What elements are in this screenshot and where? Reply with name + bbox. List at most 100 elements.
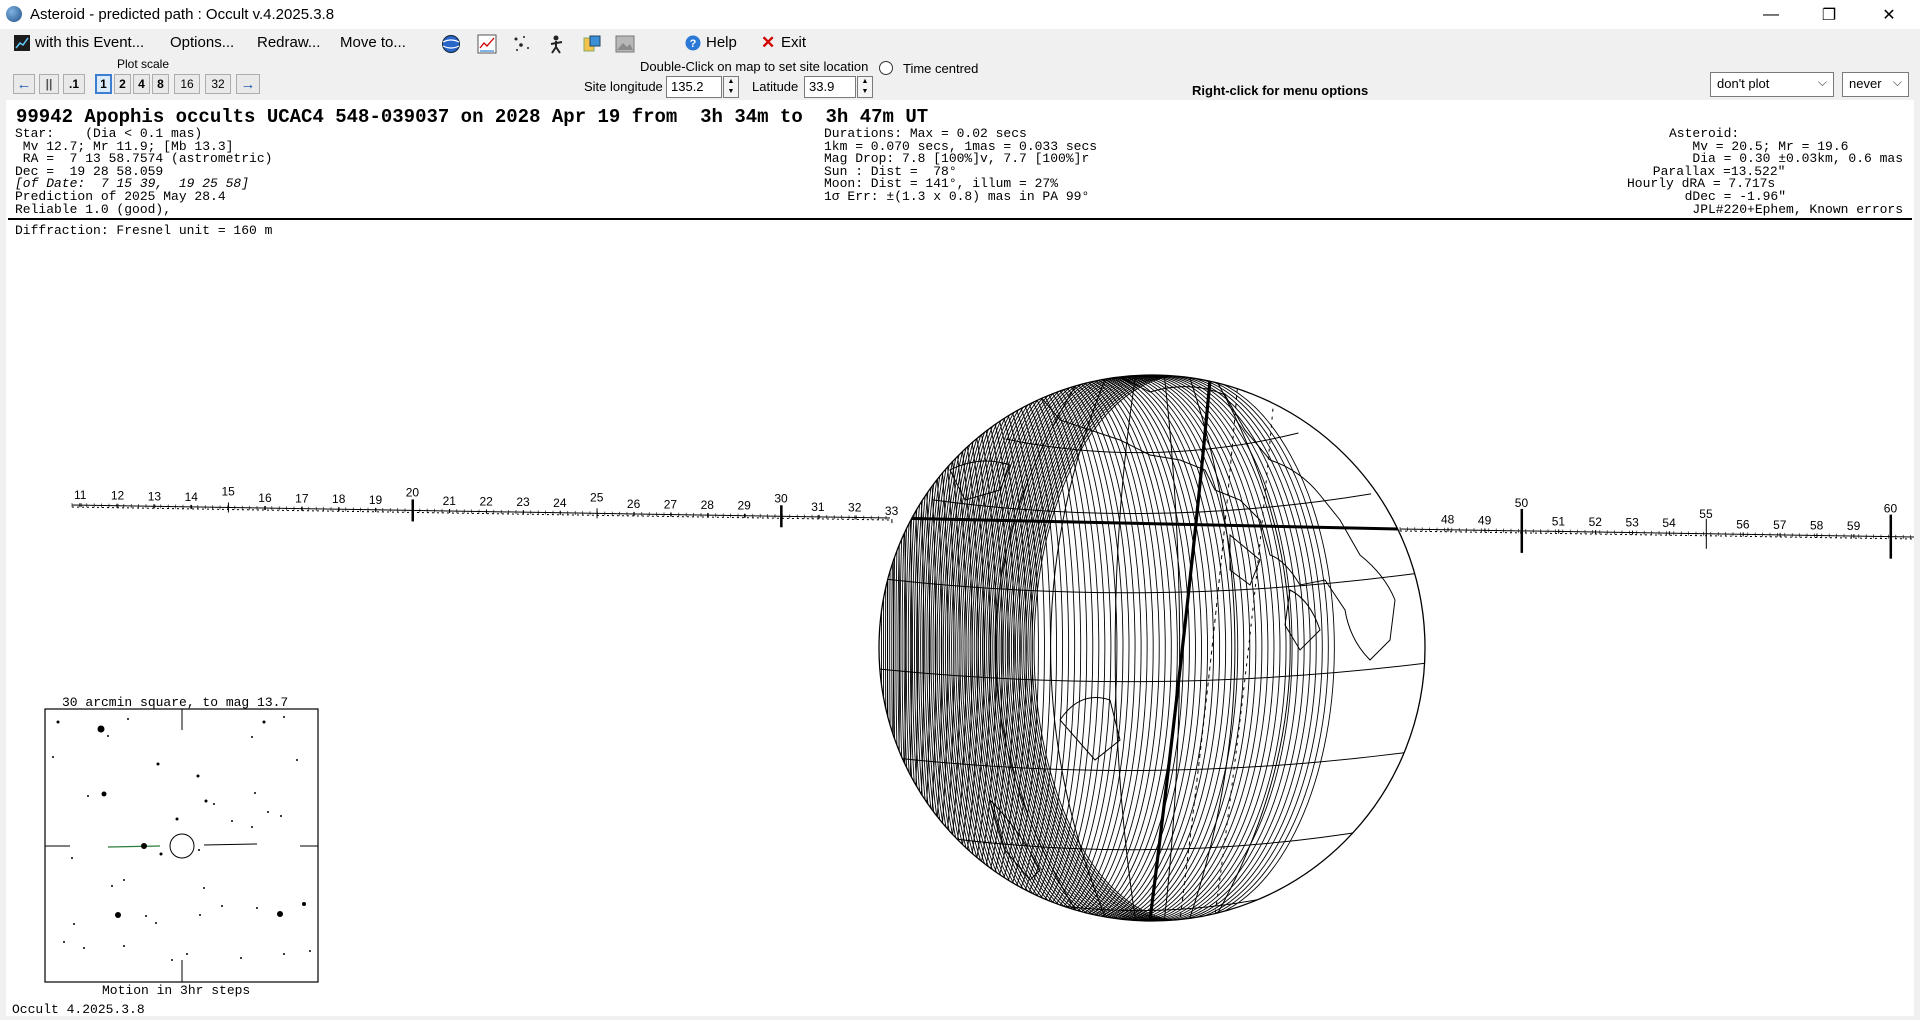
star-dot (127, 718, 129, 720)
star-dot (254, 792, 256, 794)
event-headline: 99942 Apophis occults UCAC4 548-039037 o… (16, 106, 929, 128)
starchart-caption: Motion in 3hr steps (102, 983, 251, 998)
exit-icon[interactable]: ✕ (761, 33, 775, 53)
chevron-down-icon: ⌵ (1817, 75, 1827, 89)
star-dot (203, 887, 205, 889)
close-button[interactable]: ✕ (1858, 0, 1920, 29)
scale-button-16[interactable]: 16 (174, 74, 200, 94)
duration-info-line: 1σ Err: ±(1.3 x 0.8) mas in PA 99° (824, 188, 1090, 204)
menu-redraw[interactable]: Redraw... (257, 34, 320, 51)
star-dot (107, 735, 109, 737)
star-dot (213, 803, 215, 805)
star-dot (175, 817, 179, 821)
plot-scale-label: Plot scale (117, 57, 170, 71)
menu-help[interactable]: Help (706, 34, 737, 51)
occult-app-icon (6, 6, 22, 22)
svg-text:?: ? (690, 38, 697, 50)
star-dot (171, 959, 173, 961)
star-dot (267, 811, 269, 813)
star-dot (251, 826, 253, 828)
scroll-right-button[interactable]: → (236, 74, 260, 94)
never-value: never (1849, 76, 1882, 91)
star-dot (221, 905, 223, 907)
star-dot (145, 915, 147, 917)
time-centred-label: Time centred (903, 61, 979, 76)
star-dot (280, 815, 282, 817)
site-longitude-input[interactable]: 135.2 (666, 76, 722, 98)
star-dot (231, 820, 233, 822)
star-dot (283, 953, 285, 955)
site-longitude-label: Site longitude (584, 79, 663, 94)
menu-bar: with this Event... Options... Redraw... … (0, 29, 1920, 56)
arrow-left-icon: ← (16, 75, 32, 93)
latitude-input[interactable]: 33.9 (804, 76, 856, 98)
scale-button-1[interactable]: 1 (95, 74, 112, 94)
star-dot (196, 774, 200, 778)
star-dot (156, 762, 160, 766)
star-dot (87, 795, 89, 797)
star-dot (52, 756, 54, 758)
star-dot (199, 914, 201, 916)
star-dot (296, 759, 298, 761)
star-dot (123, 945, 125, 947)
menu-with-this-event[interactable]: with this Event... (35, 34, 144, 51)
star-dot (111, 885, 113, 887)
menu-exit[interactable]: Exit (781, 34, 806, 51)
star-dot (141, 843, 147, 849)
duration-info-block: Durations: Max = 0.02 secs 1km = 0.070 s… (824, 127, 1097, 204)
plot-option-dropdown[interactable]: don't plot ⌵ (1710, 72, 1834, 97)
star-dot (283, 716, 285, 718)
scale-button-2[interactable]: 2 (114, 74, 131, 94)
diffraction-note: Diffraction: Fresnel unit = 160 m (15, 223, 273, 238)
star-dot (63, 941, 65, 943)
star-dot (198, 849, 200, 851)
star-chart[interactable] (44, 708, 320, 984)
pause-icon: || (45, 77, 53, 91)
pause-button[interactable]: || (39, 74, 59, 94)
version-status: Occult 4.2025.3.8 (12, 1002, 145, 1017)
star-dot (240, 957, 242, 959)
star-dot (155, 922, 157, 924)
scale-button-4[interactable]: 4 (133, 74, 150, 94)
help-icon[interactable]: ? (685, 35, 701, 56)
star-info-line: Reliable 1.0 (good), (15, 201, 172, 217)
star-dot (262, 720, 266, 724)
star-dot (302, 902, 306, 906)
maximize-button[interactable]: ❐ (1800, 0, 1858, 29)
event-chart-icon (14, 35, 30, 51)
asteroid-info-block: Asteroid: Mv = 20.5; Mr = 19.6 Dia = 0.3… (1627, 127, 1903, 216)
right-click-hint: Right-click for menu options (1192, 83, 1369, 98)
site-longitude-spinner[interactable]: ▲ ▼ (723, 76, 739, 98)
scale-button-32[interactable]: 32 (205, 74, 231, 94)
star-dot (97, 725, 105, 733)
never-dropdown[interactable]: never ⌵ (1842, 72, 1909, 97)
star-info-block: Star: (Dia < 0.1 mas) Mv 12.7; Mr 11.9; … (15, 127, 272, 217)
time-centred-radio[interactable] (879, 61, 893, 75)
arrow-right-icon: → (240, 75, 256, 93)
scale-button-0.1[interactable]: .1 (63, 74, 85, 94)
latitude-spinner[interactable]: ▲ ▼ (857, 76, 873, 98)
star-dot (115, 912, 121, 918)
menu-move-to[interactable]: Move to... (340, 34, 406, 51)
toolbar: Plot scale ← || .1 1 2 4 8 16 32 → Doubl… (0, 56, 1920, 100)
window-title: Asteroid - predicted path : Occult v.4.2… (30, 6, 335, 23)
star-dot (186, 953, 188, 955)
scroll-left-button[interactable]: ← (13, 74, 35, 94)
star-dot (123, 879, 125, 881)
star-dot (277, 911, 283, 917)
scale-button-8[interactable]: 8 (152, 74, 169, 94)
star-dot (256, 907, 258, 909)
asteroid-info-line: JPL#220+Ephem, Known errors (1669, 201, 1904, 217)
chevron-down-icon: ⌵ (1892, 75, 1902, 89)
star-dot (73, 923, 75, 925)
star-dot (101, 791, 107, 797)
star-dot (83, 947, 85, 949)
star-dot (251, 736, 253, 738)
double-click-hint: Double-Click on map to set site location (640, 59, 869, 74)
plot-option-value: don't plot (1717, 76, 1770, 91)
star-dot (159, 852, 163, 856)
menu-options[interactable]: Options... (170, 34, 234, 51)
star-dot (71, 857, 73, 859)
star-dot (204, 799, 208, 803)
minimize-button[interactable]: — (1742, 0, 1800, 29)
